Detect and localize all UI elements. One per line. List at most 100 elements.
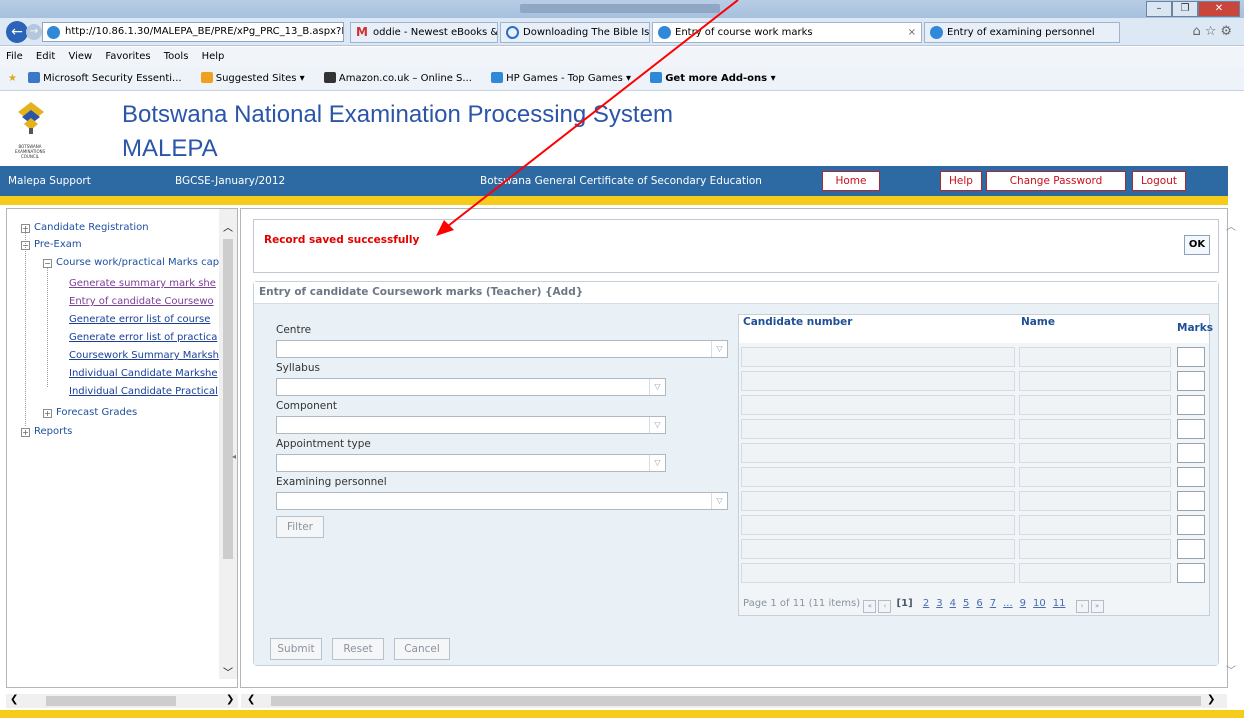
scroll-left-icon[interactable]: ❮ [247,694,255,705]
centre-select[interactable]: ▽ [276,340,728,358]
fav-amazon[interactable]: Amazon.co.uk – Online S... [323,72,480,84]
menu-edit[interactable]: Edit [36,51,55,62]
expand-icon[interactable]: + [21,428,30,437]
toolbar-icons[interactable]: ⌂☆⚙ [1192,24,1236,39]
tree-link-individual-marksheet[interactable]: Individual Candidate Markshe [69,367,218,380]
minimize-button[interactable]: – [1146,1,1172,17]
scroll-thumb[interactable] [271,696,1201,706]
page-link[interactable]: 9 [1020,598,1026,609]
marks-input[interactable] [1177,419,1205,439]
scroll-right-icon[interactable]: ❯ [1207,694,1215,705]
page-link[interactable]: 3 [936,598,942,609]
menu-help[interactable]: Help [202,51,225,62]
expand-icon[interactable]: + [43,409,52,418]
menu-file[interactable]: File [6,51,23,62]
fav-security[interactable]: Microsoft Security Essenti... [28,72,189,84]
chevron-down-icon[interactable]: ▽ [649,455,665,471]
marks-input[interactable] [1177,371,1205,391]
page-link[interactable]: 5 [963,598,969,609]
marks-input[interactable] [1177,563,1205,583]
collapse-icon[interactable]: − [21,241,30,250]
marks-input[interactable] [1177,347,1205,367]
menu-tools[interactable]: Tools [164,51,189,62]
scroll-left-icon[interactable]: ❮ [10,694,18,705]
fav-hp-games[interactable]: HP Games - Top Games ▾ [491,72,639,84]
component-select[interactable]: ▽ [276,416,666,434]
next-page-icon[interactable]: › [1075,600,1089,613]
page-link[interactable]: 7 [990,598,996,609]
scroll-down-icon[interactable]: ﹀ [1226,662,1236,677]
menu-view[interactable]: View [68,51,92,62]
maximize-button[interactable]: ❐ [1172,1,1198,17]
marks-input[interactable] [1177,395,1205,415]
last-page-icon[interactable]: » [1090,600,1104,613]
marks-input[interactable] [1177,539,1205,559]
col-marks[interactable]: Marks [1173,315,1213,343]
scroll-up-icon[interactable]: ︿ [1226,218,1236,233]
prev-page-icon[interactable]: ‹ [878,600,892,613]
marks-input[interactable] [1177,515,1205,535]
content-horizontal-scrollbar[interactable]: ❮ ❯ [241,694,1227,708]
tree-link-individual-practical[interactable]: Individual Candidate Practical [69,385,218,398]
col-candidate-number[interactable]: Candidate number [739,315,1017,343]
collapse-icon[interactable]: − [43,259,52,268]
fav-addons[interactable]: Get more Add-ons ▾ [650,72,783,84]
back-button[interactable]: ← [6,21,28,43]
address-bar[interactable]: http://10.86.1.30/MALEPA_BE/PRE/xPg_PRC_… [42,22,344,42]
chevron-down-icon[interactable]: ▽ [649,417,665,433]
tree-pre-exam[interactable]: − Pre-Exam [21,238,82,251]
filter-button[interactable]: Filter [276,516,324,538]
examining-personnel-select[interactable]: ▽ [276,492,728,510]
page-link[interactable]: 2 [923,598,929,609]
tree-link-summary-mark[interactable]: Generate summary mark she [69,277,216,290]
tab-bible[interactable]: Downloading The Bible Is a Par... [500,22,650,43]
close-tab-icon[interactable]: × [908,23,916,42]
submit-button[interactable]: Submit [270,638,322,660]
help-button[interactable]: Help [940,171,982,191]
menu-favorites[interactable]: Favorites [105,51,150,62]
tree-candidate-registration[interactable]: + Candidate Registration [21,221,149,234]
logout-button[interactable]: Logout [1132,171,1186,191]
marks-input[interactable] [1177,443,1205,463]
tab-examining-personnel[interactable]: Entry of examining personnel [924,22,1120,43]
tab-oddie[interactable]: M oddie - Newest eBooks & the... [350,22,498,43]
page-link[interactable]: 4 [950,598,956,609]
fav-star-icon[interactable]: ★ [8,73,17,84]
page-link[interactable]: 10 [1033,598,1046,609]
tree-reports[interactable]: + Reports [21,425,72,438]
tree-horizontal-scrollbar[interactable]: ❮ ❯ [6,694,238,708]
syllabus-select[interactable]: ▽ [276,378,666,396]
tree-vertical-scrollbar[interactable]: ︿ ﹀ [219,209,237,679]
expand-icon[interactable]: + [21,224,30,233]
forward-button[interactable]: → [26,24,42,40]
tree-coursework-marks[interactable]: − Course work/practical Marks capt [43,256,219,269]
tree-link-error-list-practical[interactable]: Generate error list of practica [69,331,217,344]
scroll-up-icon[interactable]: ︿ [223,219,233,234]
pane-splitter-icon[interactable]: ◂ [232,452,236,472]
first-page-icon[interactable]: « [863,600,877,613]
scroll-thumb[interactable] [223,239,233,559]
tab-entry-course-work[interactable]: Entry of course work marks × [652,22,922,43]
change-password-button[interactable]: Change Password [986,171,1126,191]
tree-link-coursework-summary[interactable]: Coursework Summary Marksh [69,349,219,362]
home-button[interactable]: Home [822,171,880,191]
tree-link-error-list-course[interactable]: Generate error list of course [69,313,210,326]
chevron-down-icon[interactable]: ▽ [711,341,727,357]
ok-button[interactable]: OK [1184,235,1210,255]
page-link[interactable]: 6 [976,598,982,609]
chevron-down-icon[interactable]: ▽ [649,379,665,395]
marks-input[interactable] [1177,467,1205,487]
scroll-thumb[interactable] [46,696,176,706]
tree-forecast-grades[interactable]: + Forecast Grades [43,406,137,419]
page-link[interactable]: 11 [1053,598,1066,609]
scroll-down-icon[interactable]: ﹀ [223,664,233,679]
reset-button[interactable]: Reset [332,638,384,660]
scroll-right-icon[interactable]: ❯ [226,694,234,705]
appointment-type-select[interactable]: ▽ [276,454,666,472]
marks-input[interactable] [1177,491,1205,511]
chevron-down-icon[interactable]: ▽ [711,493,727,509]
col-name[interactable]: Name [1017,315,1173,343]
page-link[interactable]: ... [1003,598,1013,609]
close-window-button[interactable]: ✕ [1198,1,1240,17]
tree-link-entry-coursework[interactable]: Entry of candidate Coursewo [69,295,214,308]
